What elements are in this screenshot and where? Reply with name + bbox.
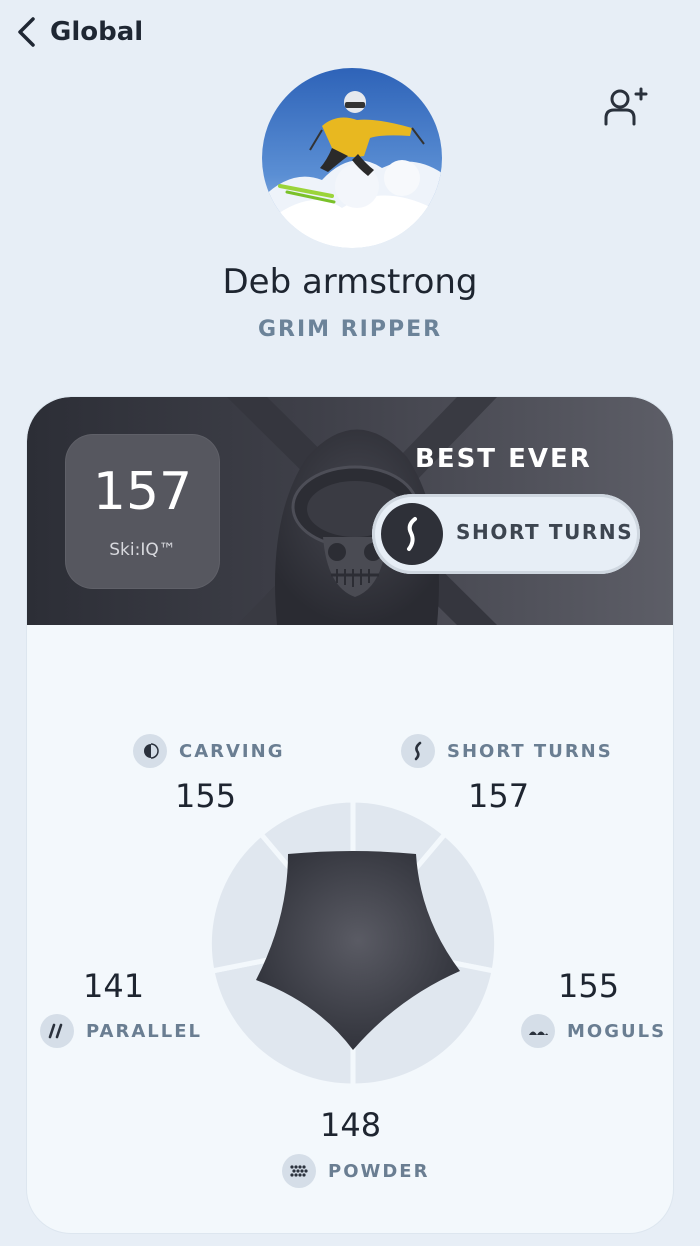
powder-icon	[282, 1154, 316, 1188]
stat-parallel-label-group: PARALLEL	[40, 1014, 202, 1048]
stat-carving-label: CARVING	[179, 740, 285, 762]
stat-short-turns-label: SHORT TURNS	[447, 740, 613, 762]
rank-banner: 157 Ski:IQ™ BEST EVER SHORT TURNS	[27, 397, 673, 625]
short-turns-icon	[381, 503, 443, 565]
stat-parallel-label: PARALLEL	[86, 1020, 202, 1042]
stat-moguls-value: 155	[558, 967, 620, 1005]
parallel-icon	[40, 1014, 74, 1048]
skiiq-score-value: 157	[92, 462, 193, 522]
best-discipline-label: SHORT TURNS	[456, 520, 634, 544]
back-label: Global	[50, 17, 144, 47]
user-rank-title: GRIM RIPPER	[257, 317, 443, 342]
chevron-left-icon	[18, 17, 35, 47]
stat-powder-value: 148	[320, 1106, 382, 1144]
carving-icon	[133, 734, 167, 768]
stat-carving-label-group: CARVING	[133, 734, 284, 768]
stat-moguls-label-group: MOGULS	[521, 1014, 666, 1048]
skill-radar-chart	[208, 798, 498, 1088]
short-turns-icon	[401, 734, 435, 768]
user-name: Deb armstrong	[222, 262, 478, 302]
avatar	[262, 68, 442, 248]
skiiq-score-label: Ski:IQ™	[109, 540, 176, 560]
best-ever-heading: BEST EVER	[415, 444, 592, 474]
add-friend-button[interactable]	[598, 82, 652, 132]
skiiq-score-box: 157 Ski:IQ™	[65, 434, 220, 589]
stat-parallel-value: 141	[83, 967, 145, 1005]
add-user-icon	[604, 87, 648, 126]
stat-moguls-label: MOGULS	[567, 1020, 667, 1042]
stat-powder-label-group: POWDER	[282, 1154, 429, 1188]
top-bar: Global	[0, 0, 700, 70]
stat-short-turns-label-group: SHORT TURNS	[401, 734, 613, 768]
back-button[interactable]: Global	[14, 12, 143, 52]
best-discipline-pill[interactable]: SHORT TURNS	[372, 494, 640, 574]
skiiq-card: 157 Ski:IQ™ BEST EVER SHORT TURNS CARVIN…	[27, 397, 673, 1233]
stat-powder-label: POWDER	[328, 1160, 430, 1182]
skier-photo	[262, 68, 442, 248]
moguls-icon	[521, 1014, 555, 1048]
